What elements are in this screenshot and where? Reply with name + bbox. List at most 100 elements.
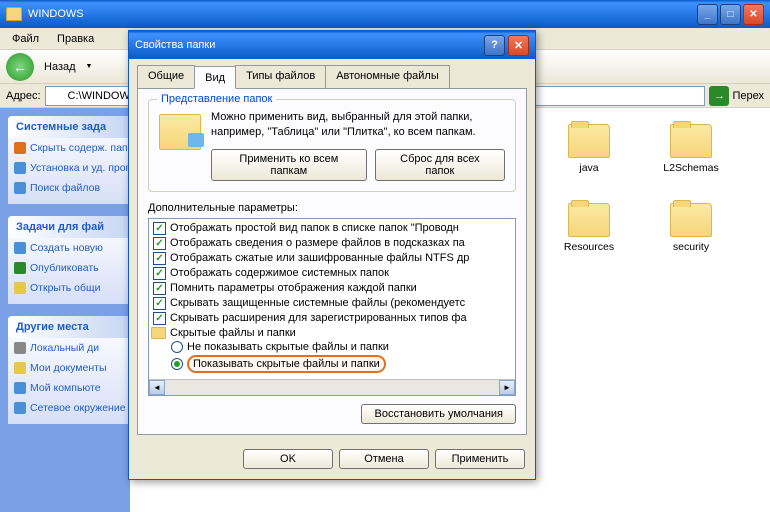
tab-strip: ОбщиеВидТипы файловАвтономные файлы xyxy=(129,59,535,88)
option-label: Отображать сжатые или зашифрованные файл… xyxy=(170,252,469,264)
option-row[interactable]: ✓ Отображать содержимое системных папок xyxy=(151,266,513,281)
dialog-titlebar[interactable]: Свойства папки ? ✕ xyxy=(129,31,535,59)
go-label: Перех xyxy=(732,90,764,102)
advanced-label: Дополнительные параметры: xyxy=(148,202,516,214)
dialog-title: Свойства папки xyxy=(135,39,215,51)
dialog-close-button[interactable]: ✕ xyxy=(508,35,529,56)
scroll-track[interactable] xyxy=(165,380,499,395)
checkbox-icon: ✓ xyxy=(153,222,166,235)
sidebar-panel-title[interactable]: Другие места xyxy=(8,316,130,338)
option-label: Отображать простой вид папок в списке па… xyxy=(170,222,459,234)
sidebar-item[interactable]: Установка и уд. программ xyxy=(8,158,130,178)
radio-icon xyxy=(171,358,183,370)
folder-icon xyxy=(6,7,22,21)
option-row[interactable]: ✓ Отображать простой вид папок в списке п… xyxy=(151,221,513,236)
option-label: Скрывать расширения для зарегистрированн… xyxy=(170,312,467,324)
folder-item[interactable]: java xyxy=(550,124,628,187)
checkbox-icon: ✓ xyxy=(153,237,166,250)
folder-options-dialog: Свойства папки ? ✕ ОбщиеВидТипы файловАв… xyxy=(128,30,536,480)
folder-item[interactable]: L2Schemas xyxy=(652,124,730,187)
back-label: Назад xyxy=(38,61,82,73)
menu-edit[interactable]: Правка xyxy=(49,31,102,47)
group-text: Можно применить вид, выбранный для этой … xyxy=(211,110,505,141)
folder-views-icon xyxy=(159,114,201,150)
advanced-options-list[interactable]: ✓ Отображать простой вид папок в списке п… xyxy=(148,218,516,396)
sidebar-panel: Системные задаСкрыть содерж. папкиУстано… xyxy=(8,116,130,204)
tab-offline[interactable]: Автономные файлы xyxy=(325,65,450,88)
checkbox-icon: ✓ xyxy=(153,267,166,280)
option-label: Помнить параметры отображения каждой пап… xyxy=(170,282,417,294)
sidebar-panel-title[interactable]: Задачи для фай xyxy=(8,216,130,238)
sidebar-item[interactable]: Скрыть содерж. папки xyxy=(8,138,130,158)
checkbox-icon: ✓ xyxy=(153,312,166,325)
menu-file[interactable]: Файл xyxy=(4,31,47,47)
option-row[interactable]: ✓ Отображать сведения о размере файлов в … xyxy=(151,236,513,251)
option-row[interactable]: Показывать скрытые файлы и папки xyxy=(151,354,513,374)
help-button[interactable]: ? xyxy=(484,35,505,56)
folder-label: L2Schemas xyxy=(663,162,718,175)
sidebar-panel: Другие местаЛокальный диМои документыМой… xyxy=(8,316,130,424)
sidebar: Системные задаСкрыть содерж. папкиУстано… xyxy=(0,108,130,512)
folder-icon xyxy=(670,124,712,158)
explorer-titlebar: WINDOWS _ □ ✕ xyxy=(0,0,770,28)
reset-all-button[interactable]: Сброс для всех папок xyxy=(375,149,505,181)
sidebar-item[interactable]: Поиск файлов xyxy=(8,178,130,198)
option-row[interactable]: ✓ Скрывать защищенные системные файлы (ре… xyxy=(151,296,513,311)
tab-general[interactable]: Общие xyxy=(137,65,195,88)
sidebar-item[interactable]: Создать новую xyxy=(8,238,130,258)
radio-icon xyxy=(171,341,183,353)
folder-icon xyxy=(568,203,610,237)
horizontal-scrollbar[interactable]: ◄ ► xyxy=(149,379,515,395)
go-button[interactable]: → xyxy=(709,86,729,106)
maximize-button[interactable]: □ xyxy=(720,4,741,25)
apply-button[interactable]: Применить xyxy=(435,449,525,469)
sidebar-item[interactable]: Мои документы xyxy=(8,358,130,378)
sidebar-item[interactable]: Мой компьюте xyxy=(8,378,130,398)
option-label: Отображать сведения о размере файлов в п… xyxy=(170,237,465,249)
sidebar-panel-title[interactable]: Системные зада xyxy=(8,116,130,138)
sidebar-item[interactable]: Локальный ди xyxy=(8,338,130,358)
folder-item[interactable]: Resources xyxy=(550,203,628,266)
back-dropdown[interactable]: ▼ xyxy=(86,63,94,70)
option-label: Не показывать скрытые файлы и папки xyxy=(187,341,389,353)
dialog-footer: OK Отмена Применить xyxy=(129,443,535,479)
option-row[interactable]: Скрытые файлы и папки xyxy=(151,326,513,340)
option-label: Отображать содержимое системных папок xyxy=(170,267,389,279)
back-button[interactable]: ← xyxy=(6,53,34,81)
apply-to-all-button[interactable]: Применить ко всем папкам xyxy=(211,149,367,181)
folder-views-group: Представление папок Можно применить вид,… xyxy=(148,99,516,192)
option-row[interactable]: ✓Отображать сжатые или зашифрованные фай… xyxy=(151,251,513,266)
folder-icon xyxy=(151,327,166,339)
checkbox-icon: ✓ xyxy=(153,297,166,310)
folder-item[interactable]: security xyxy=(652,203,730,266)
tab-view[interactable]: Вид xyxy=(194,66,236,89)
restore-defaults-button[interactable]: Восстановить умолчания xyxy=(361,404,516,424)
sidebar-item[interactable]: Сетевое окружение xyxy=(8,398,130,418)
option-row[interactable]: ✓ Помнить параметры отображения каждой па… xyxy=(151,281,513,296)
option-row[interactable]: Не показывать скрытые файлы и папки xyxy=(151,340,513,354)
minimize-button[interactable]: _ xyxy=(697,4,718,25)
close-button[interactable]: ✕ xyxy=(743,4,764,25)
address-value: C:\WINDOWS xyxy=(68,90,138,102)
sidebar-panel: Задачи для файСоздать новуюОпубликоватьО… xyxy=(8,216,130,304)
sidebar-item[interactable]: Открыть общи xyxy=(8,278,130,298)
cancel-button[interactable]: Отмена xyxy=(339,449,429,469)
folder-icon xyxy=(568,124,610,158)
option-label: Скрывать защищенные системные файлы (рек… xyxy=(170,297,465,309)
sidebar-item[interactable]: Опубликовать xyxy=(8,258,130,278)
ok-button[interactable]: OK xyxy=(243,449,333,469)
folder-label: Resources xyxy=(564,241,614,254)
tab-filetypes[interactable]: Типы файлов xyxy=(235,65,326,88)
option-row[interactable]: ✓ Скрывать расширения для зарегистрирован… xyxy=(151,311,513,326)
checkbox-icon: ✓ xyxy=(153,282,166,295)
folder-label: security xyxy=(673,241,709,254)
address-label: Адрес: xyxy=(6,90,41,102)
scroll-left-button[interactable]: ◄ xyxy=(149,380,165,395)
option-label: Показывать скрытые файлы и папки xyxy=(187,355,386,373)
option-label: Скрытые файлы и папки xyxy=(170,327,296,339)
scroll-right-button[interactable]: ► xyxy=(499,380,515,395)
tab-panel-view: Представление папок Можно применить вид,… xyxy=(137,88,527,435)
folder-icon xyxy=(670,203,712,237)
explorer-title: WINDOWS xyxy=(28,8,84,20)
folder-label: java xyxy=(579,162,598,175)
